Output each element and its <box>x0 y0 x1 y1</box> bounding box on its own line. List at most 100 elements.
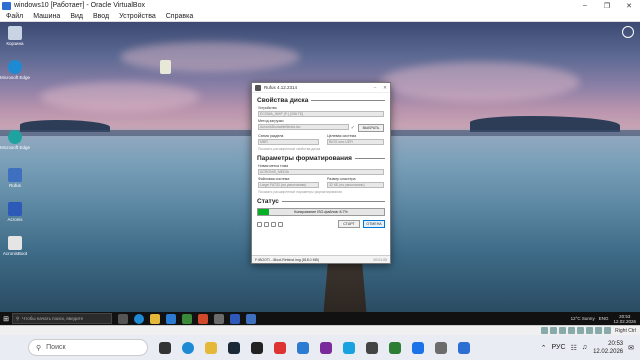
app-icon[interactable] <box>297 341 309 354</box>
app-icon[interactable] <box>251 341 263 354</box>
app-icon[interactable] <box>435 341 447 354</box>
info-icon[interactable] <box>264 221 269 227</box>
rufus-minimize-button[interactable]: – <box>370 85 380 90</box>
rufus-close-button[interactable]: ✕ <box>380 85 390 91</box>
select-button[interactable]: ВЫБРАТЬ <box>358 124 384 132</box>
app-icon[interactable] <box>198 313 208 324</box>
rufus-statusbar: F:\BOOT\...\Boot-Rebinst.img (818.0 MB) … <box>252 255 390 263</box>
network-icon[interactable] <box>568 327 576 334</box>
menu-view[interactable]: Вид <box>70 13 83 20</box>
guest-start-button[interactable]: ⊞ <box>0 312 12 325</box>
menu-devices[interactable]: Устройства <box>119 13 156 20</box>
menu-input[interactable]: Ввод <box>93 13 109 20</box>
rufus-icon[interactable] <box>246 313 256 324</box>
cpu-icon[interactable] <box>604 327 612 334</box>
app-icon[interactable] <box>214 313 224 324</box>
cluster-select[interactable]: 32 КБ (по умолчанию) <box>327 182 384 188</box>
task-view-icon[interactable] <box>118 313 128 324</box>
desktop-icon-rufus[interactable]: Rufus <box>0 168 30 188</box>
edge-icon <box>8 130 22 144</box>
chevron-up-icon[interactable]: ⌃ <box>541 344 547 352</box>
host-system-tray: ⌃ РУС ☷ ♫ 20:53 12.02.2026 ✉ <box>536 340 640 356</box>
hdd-icon[interactable] <box>541 327 549 334</box>
host-search-box[interactable]: ⚲ Поиск <box>28 339 148 356</box>
menu-help[interactable]: Справка <box>166 13 193 20</box>
recycle-bin-icon <box>8 26 22 40</box>
progress-text: Копирование ISO-файлов: 8.7% <box>294 210 348 214</box>
language-icon[interactable] <box>257 221 262 227</box>
divider <box>354 158 385 159</box>
partition-select[interactable]: MBR <box>258 139 319 145</box>
partition-label: Схема раздела <box>258 134 284 138</box>
rufus-logo-icon <box>255 84 261 91</box>
desktop-icon-edge-2[interactable]: Microsoft Edge <box>0 130 30 150</box>
section-format-options: Параметры форматирования <box>257 155 385 162</box>
notifications-icon[interactable]: ✉ <box>628 344 634 352</box>
show-advanced-drive-link[interactable]: Показать расширенные свойства диска <box>258 147 384 151</box>
target-label: Целевая система <box>327 134 357 138</box>
edge-icon[interactable] <box>182 341 194 354</box>
desktop-icon-recycle-bin[interactable]: Корзина <box>0 26 30 46</box>
device-select[interactable]: ЕСОМА_ЖНР (F:) [256 ГБ] <box>258 111 384 117</box>
menu-machine[interactable]: Машина <box>33 13 60 20</box>
desktop-icon-file[interactable] <box>150 60 180 75</box>
desktop-icon-acronisboot[interactable]: AcronisBoot <box>0 236 30 256</box>
edge-icon[interactable] <box>134 313 144 324</box>
weather-text[interactable]: 12°C Sunny <box>571 316 595 321</box>
app-icon[interactable] <box>412 341 424 354</box>
acronis-icon[interactable] <box>230 313 240 324</box>
virtualbox-icon[interactable] <box>458 341 470 354</box>
boot-method-select[interactable]: AcronisBootableMedia.iso <box>258 124 349 130</box>
show-advanced-format-link[interactable]: Показать расширенные параметры форматиро… <box>258 190 384 194</box>
display-icon[interactable] <box>586 327 594 334</box>
log-icon[interactable] <box>278 221 283 227</box>
desktop-icon-acronis[interactable]: Acronis <box>0 202 30 222</box>
app-icon[interactable] <box>274 341 286 354</box>
cloud <box>380 62 580 102</box>
lang-indicator[interactable]: ENG <box>599 316 609 321</box>
file-explorer-icon[interactable] <box>150 313 160 324</box>
menu-file[interactable]: Файл <box>6 13 23 20</box>
steam-icon[interactable] <box>228 341 240 354</box>
task-view-icon[interactable] <box>159 341 171 354</box>
host-clock[interactable]: 20:53 12.02.2026 <box>593 340 623 356</box>
vbox-menubar: Файл Машина Вид Ввод Устройства Справка <box>0 11 640 22</box>
rufus-icon <box>8 168 22 182</box>
wifi-icon[interactable]: ☷ <box>571 344 577 352</box>
virtualbox-icon <box>2 1 11 10</box>
start-button[interactable]: СТАРТ <box>338 220 360 228</box>
filesystem-select[interactable]: Large FAT32 (по умолчанию) <box>258 182 319 188</box>
lang-indicator[interactable]: РУС <box>552 344 566 351</box>
app-icon[interactable] <box>320 341 332 354</box>
user-icon <box>622 26 634 38</box>
shared-folder-icon[interactable] <box>577 327 585 334</box>
app-icon[interactable] <box>343 341 355 354</box>
settings-icon[interactable] <box>271 221 276 227</box>
store-icon[interactable] <box>166 313 176 324</box>
target-select[interactable]: BIOS или UEFI <box>327 139 384 145</box>
guest-desktop: Корзина Microsoft Edge Microsoft Edge Ru… <box>0 22 640 312</box>
cloud <box>120 42 300 72</box>
cancel-button[interactable]: ОТМЕНА <box>363 220 385 228</box>
desktop-icon-edge[interactable]: Microsoft Edge <box>0 60 30 80</box>
close-button[interactable]: ✕ <box>618 2 640 10</box>
usb-icon[interactable] <box>559 327 567 334</box>
maximize-button[interactable]: ❐ <box>596 2 618 10</box>
filesystem-label: Файловая система <box>258 177 290 181</box>
guest-clock[interactable]: 20:53 12.02.2026 <box>613 314 636 324</box>
file-explorer-icon[interactable] <box>205 341 217 354</box>
section-drive-properties: Свойства диска <box>257 97 385 104</box>
guest-search-box[interactable]: ⚲ Чтобы начать поиск, введите <box>12 313 112 324</box>
vbox-statusbar: Right Ctrl <box>0 325 640 335</box>
app-icon[interactable] <box>182 313 192 324</box>
optical-drive-icon[interactable] <box>550 327 558 334</box>
progress-bar: Копирование ISO-файлов: 8.7% <box>257 208 385 216</box>
minimize-button[interactable]: – <box>574 2 596 9</box>
app-icon[interactable] <box>389 341 401 354</box>
user-widget[interactable] <box>622 26 634 39</box>
app-icon[interactable] <box>366 341 378 354</box>
volume-icon[interactable]: ♫ <box>582 344 587 351</box>
window-title: windows10 [Работает] - Oracle VirtualBox <box>14 2 145 9</box>
recording-icon[interactable] <box>595 327 603 334</box>
boot-row: AcronisBootableMedia.iso ✓ ВЫБРАТЬ <box>252 123 390 132</box>
